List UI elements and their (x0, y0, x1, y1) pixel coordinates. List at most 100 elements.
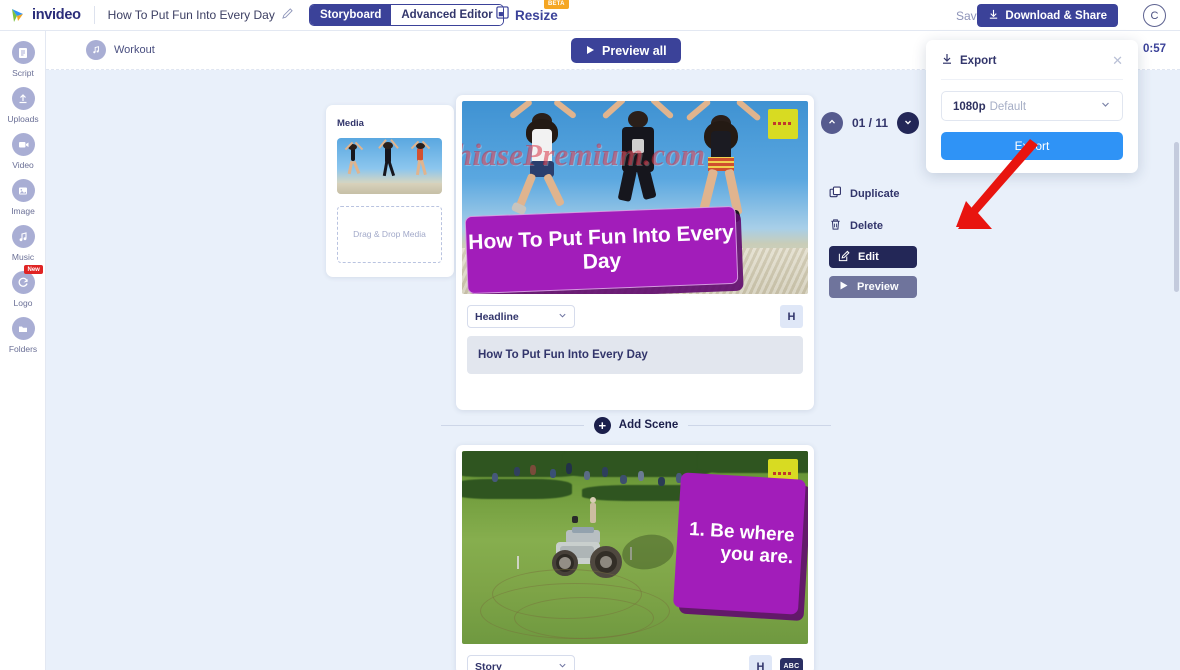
add-scene-row: + Add Scene (441, 410, 831, 440)
top-bar: invideo How To Put Fun Into Every Day St… (0, 0, 1180, 31)
preview-all-label: Preview all (602, 43, 667, 58)
play-icon (838, 280, 849, 294)
duplicate-copy-icon (829, 186, 842, 202)
sidebar-item-uploads[interactable]: Uploads (0, 87, 46, 124)
music-note-icon (86, 40, 106, 60)
abc-chip-2[interactable]: ABC (780, 657, 803, 670)
sidebar-label: Image (11, 206, 35, 216)
brand-logo[interactable]: invideo (0, 7, 81, 24)
scene-card-1: ChiasePremium.com How To Put Fun Into Ev… (456, 95, 814, 410)
scene-counter: 01 / 11 (852, 116, 889, 130)
resize-label: Resize (515, 7, 558, 23)
avatar[interactable]: C (1143, 4, 1166, 27)
preview-scene-button[interactable]: Preview (829, 276, 917, 298)
chevron-up-icon (827, 114, 837, 132)
scene-preview-2[interactable]: 1. Be where you are. (462, 451, 808, 644)
chevron-down-icon (558, 661, 567, 670)
resize-icon (496, 6, 509, 24)
left-sidebar: Script Uploads Video Image Music New Log… (0, 31, 46, 670)
preview-all-button[interactable]: Preview all (571, 38, 681, 63)
music-note-icon (11, 225, 35, 248)
layer-type-select-1[interactable]: Headline (467, 305, 575, 328)
vertical-scrollbar[interactable] (1174, 142, 1179, 670)
trash-icon (829, 218, 842, 234)
headline-shortcut-chip-1[interactable]: H (780, 305, 803, 328)
close-x-icon[interactable]: ✕ (1112, 54, 1123, 67)
video-camera-icon (11, 133, 35, 156)
sidebar-label: Uploads (7, 114, 39, 124)
preview-label: Preview (857, 281, 899, 293)
tab-storyboard[interactable]: Storyboard (310, 5, 392, 25)
sidebar-item-script[interactable]: Script (0, 41, 46, 78)
audio-track-chip[interactable]: Workout (86, 40, 155, 60)
chevron-down-icon (558, 311, 567, 323)
divider-left (441, 424, 584, 426)
sidebar-item-video[interactable]: Video (0, 133, 46, 170)
project-title[interactable]: How To Put Fun Into Every Day (108, 8, 275, 22)
logo-stamp-icon (11, 271, 35, 294)
sidebar-item-folders[interactable]: Folders (0, 317, 46, 354)
export-popover: Export ✕ 1080p Default Export (926, 40, 1138, 173)
scene-text-input-1[interactable]: How To Put Fun Into Every Day (467, 336, 803, 374)
export-button[interactable]: Export (941, 132, 1123, 160)
media-thumbnail[interactable] (337, 138, 442, 194)
tab-advanced-editor[interactable]: Advanced Editor (391, 5, 503, 25)
brand-name: invideo (32, 7, 81, 23)
yellow-brand-logo-icon (768, 109, 798, 139)
sidebar-label: Music (11, 252, 35, 262)
chevron-down-icon (903, 114, 913, 132)
pencil-icon[interactable] (282, 8, 293, 22)
scene-next-button[interactable] (897, 112, 920, 134)
delete-scene-button[interactable]: Delete (829, 214, 924, 238)
scene-controls-row-1: Headline H (462, 294, 808, 328)
headline-shortcut-chip-2[interactable]: H (749, 655, 772, 670)
export-title-group: Export (941, 53, 996, 68)
resolution-value: 1080p (953, 101, 986, 113)
layer-type-select-2[interactable]: Story (467, 655, 575, 670)
layer-type-value: Story (475, 660, 502, 670)
upload-arrow-icon (11, 87, 35, 110)
sidebar-item-image[interactable]: Image (0, 179, 46, 216)
scene-preview-1[interactable]: ChiasePremium.com How To Put Fun Into Ev… (462, 101, 808, 294)
edit-scene-button[interactable]: Edit (829, 246, 917, 268)
scene-title-plate: 1. Be where you are. (672, 472, 807, 615)
export-title: Export (960, 54, 997, 67)
duplicate-scene-button[interactable]: Duplicate (829, 182, 924, 206)
layer-type-value: Headline (475, 310, 519, 323)
resolution-default-label: Default (989, 101, 1027, 113)
plus-icon: + (593, 416, 611, 434)
sidebar-item-music[interactable]: Music (0, 225, 46, 262)
scene-prev-button[interactable] (821, 112, 843, 134)
scene-navigation: 01 / 11 (821, 112, 920, 134)
add-scene-label: Add Scene (618, 419, 679, 431)
chevron-down-icon (1100, 97, 1111, 115)
beta-badge: BETA (544, 0, 569, 9)
sidebar-item-logo[interactable]: New Logo (0, 265, 46, 308)
timeline-duration: 0:57 (1142, 43, 1166, 55)
divider (941, 79, 1123, 80)
image-picture-icon (11, 179, 35, 202)
duplicate-label: Duplicate (850, 188, 900, 200)
download-icon (941, 53, 953, 68)
sidebar-label: Logo (13, 298, 33, 308)
sidebar-label: Script (12, 68, 34, 78)
media-dropzone[interactable]: Drag & Drop Media (337, 206, 442, 263)
scene-title-plate: How To Put Fun Into Every Day (464, 205, 739, 294)
delete-label: Delete (850, 220, 884, 232)
download-icon (988, 9, 999, 23)
media-panel: Media Drag & Drop Media (326, 105, 454, 277)
edit-label: Edit (858, 251, 879, 263)
pencil-square-icon (838, 250, 850, 265)
divider (93, 6, 95, 24)
invideo-editor-app: invideo How To Put Fun Into Every Day St… (0, 0, 1180, 670)
download-share-button[interactable]: Download & Share (977, 4, 1118, 27)
scrollbar-thumb[interactable] (1174, 142, 1179, 292)
divider-right (688, 424, 831, 426)
editor-mode-toggle[interactable]: Storyboard Advanced Editor (309, 4, 504, 26)
scene-actions-panel: Duplicate Delete Edit Preview (829, 182, 924, 306)
add-scene-button[interactable]: + Add Scene (593, 416, 679, 434)
play-icon (585, 44, 595, 58)
resolution-select[interactable]: 1080p Default (941, 91, 1123, 121)
script-document-icon (11, 41, 35, 64)
media-panel-title: Media (337, 118, 364, 129)
